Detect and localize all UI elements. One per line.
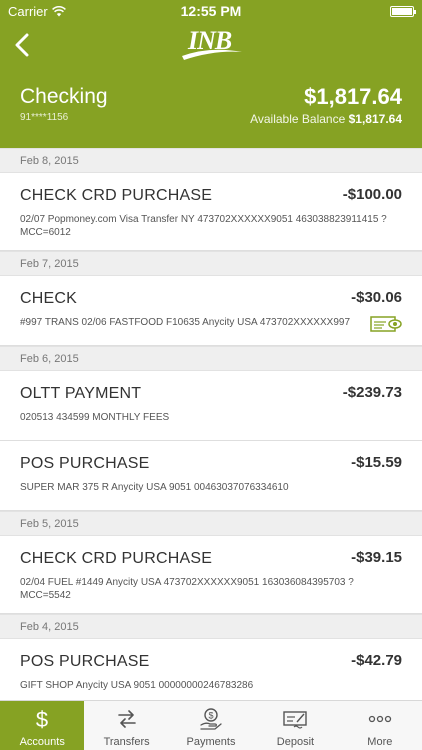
account-name: Checking	[20, 85, 108, 108]
battery-icon	[390, 5, 416, 17]
tab-label: Transfers	[103, 736, 150, 748]
back-button[interactable]	[8, 28, 36, 62]
chevron-left-icon	[15, 33, 29, 57]
transaction-description: 02/07 Popmoney.com Visa Transfer NY 4737…	[20, 214, 387, 238]
date-header: Feb 8, 2015	[0, 148, 422, 173]
transaction-description: 020513 434599 MONTHLY FEES	[20, 412, 170, 423]
tab-transfers[interactable]: Transfers	[84, 701, 168, 750]
available-balance-value: $1,817.64	[348, 112, 402, 126]
transaction-amount: -$39.15	[351, 549, 402, 566]
tab-accounts[interactable]: $ Accounts	[0, 701, 85, 750]
date-header: Feb 7, 2015	[0, 251, 422, 276]
bank-logo: INB	[180, 26, 244, 62]
transaction-title: POS PURCHASE	[20, 455, 150, 472]
status-right	[390, 5, 416, 17]
transfer-arrows-icon	[112, 706, 142, 732]
tab-label: More	[367, 736, 393, 748]
account-number: 91****1156	[20, 112, 69, 123]
transaction-amount: -$100.00	[342, 186, 402, 203]
transaction-title: CHECK	[20, 290, 78, 307]
current-balance: $1,817.64	[304, 84, 402, 109]
dollar-icon: $	[27, 706, 57, 732]
transaction-row[interactable]: POS PURCHASE -$42.79 GIFT SHOP Anycity U…	[0, 639, 422, 700]
date-header: Feb 5, 2015	[0, 511, 422, 536]
tab-more[interactable]: More	[338, 701, 422, 750]
transaction-description: 02/04 FUEL #1449 Anycity USA 473702XXXXX…	[20, 577, 354, 601]
status-left: Carrier	[8, 4, 66, 19]
svg-text:$: $	[209, 711, 214, 721]
battery-level	[392, 7, 412, 15]
available-balance-label: Available Balance	[250, 112, 346, 126]
logo-swoosh-icon	[182, 49, 242, 60]
transaction-title: POS PURCHASE	[20, 653, 150, 670]
check-deposit-icon	[280, 706, 310, 732]
wifi-icon	[51, 5, 66, 16]
carrier-label: Carrier	[8, 3, 48, 19]
more-dots-icon	[365, 706, 395, 732]
tab-label: Deposit	[276, 736, 315, 748]
tab-bar: $ Accounts Transfers $ Payments Deposit …	[0, 700, 422, 750]
tab-payments[interactable]: $ Payments	[169, 701, 253, 750]
transaction-row[interactable]: POS PURCHASE -$15.59 SUPER MAR 375 R Any…	[0, 441, 422, 511]
transaction-row[interactable]: OLTT PAYMENT -$239.73 020513 434599 MONT…	[0, 371, 422, 441]
svg-text:$: $	[36, 707, 48, 731]
tab-label: Accounts	[19, 736, 65, 748]
transaction-description: GIFT SHOP Anycity USA 9051 0000000024678…	[20, 680, 254, 691]
tab-label: Payments	[186, 736, 236, 748]
transaction-title: CHECK CRD PURCHASE	[20, 550, 213, 567]
transaction-row[interactable]: CHECK CRD PURCHASE -$39.15 02/04 FUEL #1…	[0, 536, 422, 614]
transaction-row[interactable]: CHECK CRD PURCHASE -$100.00 02/07 Popmon…	[0, 173, 422, 251]
transaction-amount: -$239.73	[342, 384, 402, 401]
transaction-row[interactable]: CHECK -$30.06 #997 TRANS 02/06 FASTFOOD …	[0, 276, 422, 346]
account-header: INB Checking 91****1156 $1,817.64 Availa…	[0, 22, 422, 148]
transaction-amount: -$15.59	[351, 454, 402, 471]
transaction-amount: -$30.06	[351, 289, 402, 306]
payment-hand-icon: $	[196, 706, 226, 732]
check-image-icon[interactable]	[370, 314, 402, 334]
date-header: Feb 6, 2015	[0, 346, 422, 371]
transaction-description: SUPER MAR 375 R Anycity USA 9051 0046303…	[20, 482, 289, 493]
transaction-list[interactable]: Feb 8, 2015 CHECK CRD PURCHASE -$100.00 …	[0, 148, 422, 700]
transaction-description: #997 TRANS 02/06 FASTFOOD F10635 Anycity…	[20, 317, 350, 328]
status-bar: Carrier 12:55 PM	[0, 0, 422, 22]
tab-deposit[interactable]: Deposit	[253, 701, 337, 750]
transaction-amount: -$42.79	[351, 652, 402, 669]
date-header: Feb 4, 2015	[0, 614, 422, 639]
available-balance: Available Balance $1,817.64	[250, 112, 402, 126]
